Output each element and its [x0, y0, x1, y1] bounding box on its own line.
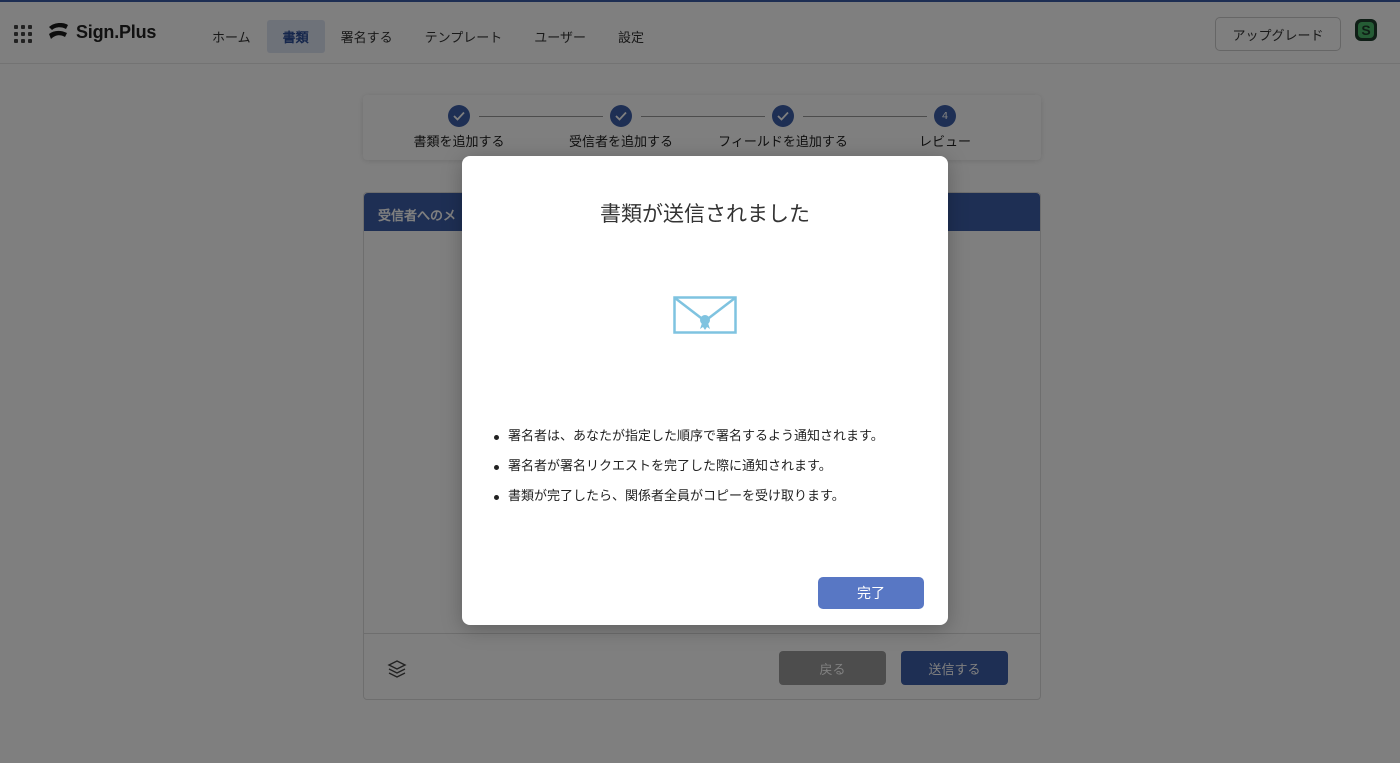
envelope-icon: [673, 296, 737, 334]
list-item: 書類が完了したら、関係者全員がコピーを受け取ります。: [494, 482, 934, 512]
dialog-title: 書類が送信されました: [600, 202, 810, 226]
notification-list: 署名者は、あなたが指定した順序で署名するよう通知されます。 署名者が署名リクエス…: [494, 422, 934, 512]
list-item: 署名者が署名リクエストを完了した際に通知されます。: [494, 452, 934, 482]
done-button[interactable]: 完了: [818, 577, 924, 609]
document-sent-dialog: 書類が送信されました 署名者は、あなたが指定した順序で署名するよう通知されます。…: [462, 156, 948, 625]
list-item: 署名者は、あなたが指定した順序で署名するよう通知されます。: [494, 422, 934, 452]
